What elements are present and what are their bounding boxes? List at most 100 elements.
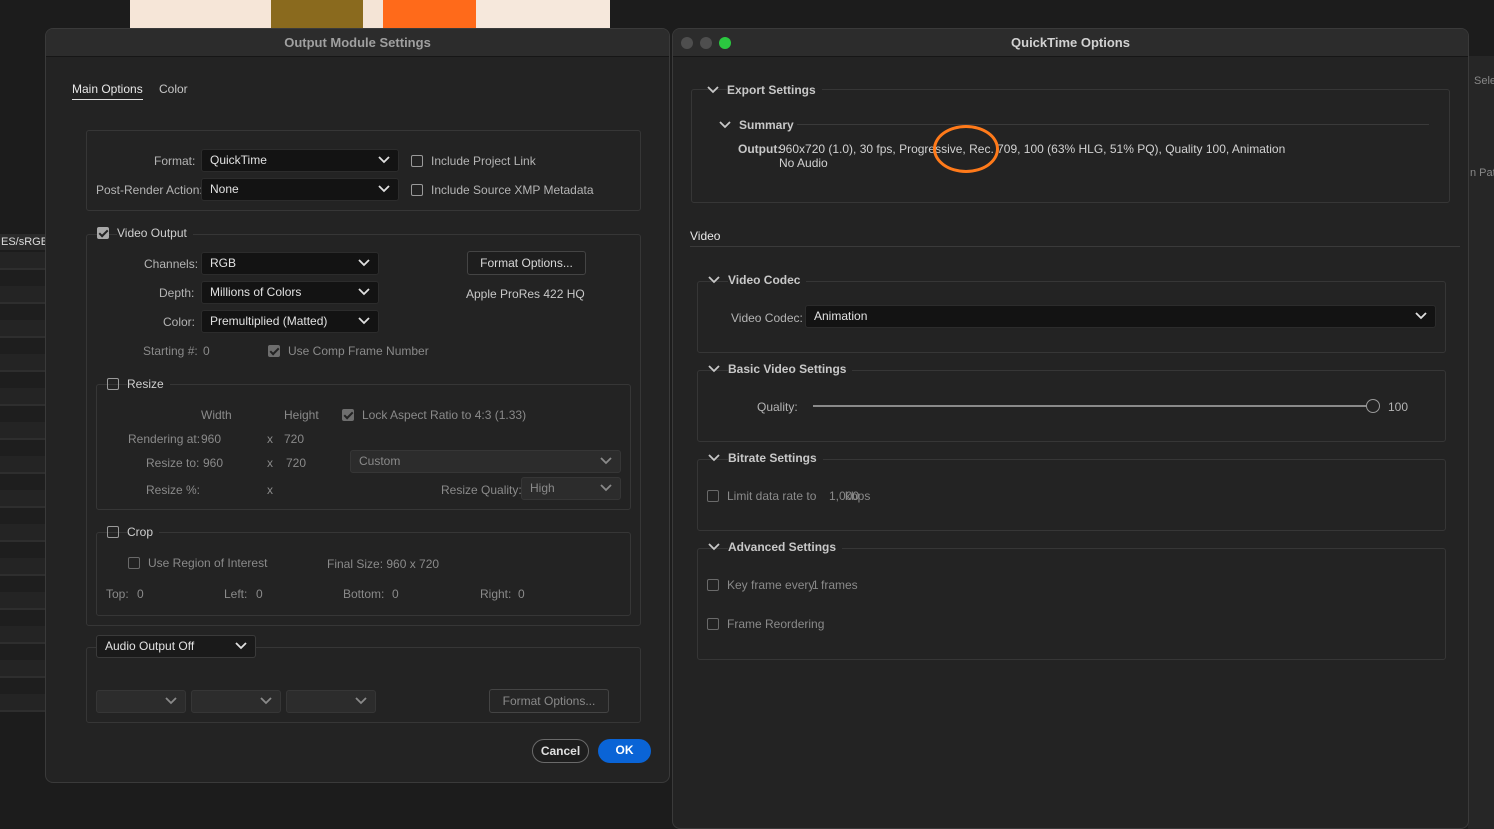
crop-top-field[interactable]: 0 — [137, 587, 144, 601]
crop-label: Crop — [127, 525, 160, 539]
video-codec-header[interactable]: Video Codec — [708, 273, 807, 287]
height-header: Height — [284, 408, 319, 422]
background-layer-rows — [0, 252, 46, 712]
crop-bottom-field[interactable]: 0 — [392, 587, 399, 601]
depth-dropdown-value: Millions of Colors — [210, 285, 302, 299]
crop-bottom-label: Bottom: — [343, 587, 385, 601]
resize-checkbox[interactable] — [107, 378, 119, 390]
audio-channels-dropdown[interactable] — [286, 690, 376, 713]
resize-preset-dropdown[interactable]: Custom — [350, 450, 621, 473]
include-xmp-label: Include Source XMP Metadata — [431, 183, 594, 197]
depth-dropdown[interactable]: Millions of Colors — [201, 281, 379, 304]
audio-bit-depth-dropdown[interactable] — [191, 690, 281, 713]
chevron-down-icon — [260, 697, 272, 705]
post-render-dropdown-value: None — [210, 182, 239, 196]
chevron-down-icon — [378, 185, 390, 193]
color-label: Color: — [163, 315, 196, 329]
crop-left-field[interactable]: 0 — [256, 587, 263, 601]
preview-swatch-orange — [383, 0, 476, 28]
preview-swatch-olive — [271, 0, 363, 28]
lock-aspect-checkbox[interactable] — [342, 409, 354, 421]
output-module-settings-window: Output Module Settings Main Options Colo… — [45, 28, 670, 783]
lock-aspect-label: Lock Aspect Ratio to 4:3 (1.33) — [362, 408, 527, 422]
use-roi-checkbox[interactable] — [128, 557, 140, 569]
crop-panel — [96, 532, 631, 616]
rendering-at-label: Rendering at: — [128, 432, 201, 446]
export-settings-header[interactable]: Export Settings — [707, 83, 822, 97]
advanced-settings-header[interactable]: Advanced Settings — [708, 540, 843, 554]
chevron-down-icon — [600, 457, 612, 465]
crop-left-label: Left: — [224, 587, 248, 601]
video-output-label: Video Output — [117, 226, 193, 240]
starting-number-label: Starting #: — [143, 344, 198, 358]
summary-title: Summary — [739, 118, 794, 132]
depth-label: Depth: — [159, 286, 195, 300]
codec-info: Apple ProRes 422 HQ — [466, 287, 585, 301]
background-right-label-2: n Pat — [1470, 167, 1494, 179]
cancel-button[interactable]: Cancel — [532, 739, 589, 763]
tab-main-options[interactable]: Main Options — [72, 82, 143, 100]
quality-label: Quality: — [757, 400, 798, 414]
chevron-down-icon — [355, 697, 367, 705]
frame-reordering-checkbox[interactable] — [707, 618, 719, 630]
close-window-button[interactable] — [681, 37, 693, 49]
resize-label: Resize — [127, 377, 170, 391]
summary-audio-text: No Audio — [779, 156, 828, 170]
starting-number-value[interactable]: 0 — [203, 344, 210, 358]
crop-checkbox[interactable] — [107, 526, 119, 538]
quality-slider-thumb[interactable] — [1366, 399, 1380, 413]
color-dropdown[interactable]: Premultiplied (Matted) — [201, 310, 379, 333]
rendering-width: 960 — [201, 432, 222, 446]
key-frame-checkbox[interactable] — [707, 579, 719, 591]
chevron-down-icon — [708, 454, 720, 462]
video-output-checkbox[interactable] — [97, 227, 109, 239]
basic-video-header[interactable]: Basic Video Settings — [708, 362, 853, 376]
chevron-down-icon — [600, 484, 612, 492]
key-frame-value[interactable]: 1 — [812, 578, 819, 592]
quicktime-options-window: QuickTime Options Export Settings Summar… — [672, 28, 1469, 829]
chevron-down-icon — [719, 121, 731, 129]
chevron-down-icon — [707, 86, 719, 94]
resize-preset-value: Custom — [359, 454, 401, 468]
crop-right-label: Right: — [480, 587, 512, 601]
resize-height-field[interactable]: 720 — [286, 456, 306, 470]
video-format-options-button[interactable]: Format Options... — [467, 251, 586, 275]
preview-swatch-cream — [363, 0, 383, 28]
limit-data-rate-checkbox[interactable] — [707, 490, 719, 502]
resize-percent-x-separator: x — [267, 483, 273, 497]
resize-quality-dropdown[interactable]: High — [521, 477, 621, 500]
chevron-down-icon — [708, 543, 720, 551]
video-codec-dropdown[interactable]: Animation — [805, 305, 1436, 328]
key-frame-label: Key frame every — [727, 578, 815, 592]
resize-width-field[interactable]: 960 — [203, 456, 223, 470]
crop-right-field[interactable]: 0 — [518, 587, 525, 601]
format-dropdown[interactable]: QuickTime — [201, 149, 399, 172]
limit-data-rate-label: Limit data rate to — [727, 489, 817, 503]
video-codec-label: Video Codec: — [731, 311, 803, 325]
quality-value[interactable]: 100 — [1388, 400, 1408, 414]
resize-percent-label: Resize %: — [146, 483, 201, 497]
channels-label: Channels: — [144, 257, 199, 271]
color-dropdown-value: Premultiplied (Matted) — [210, 314, 328, 328]
chevron-down-icon — [358, 288, 370, 296]
chevron-down-icon — [165, 697, 177, 705]
zoom-window-button[interactable] — [719, 37, 731, 49]
summary-header[interactable]: Summary — [719, 118, 794, 132]
tab-color[interactable]: Color — [159, 82, 188, 96]
post-render-dropdown[interactable]: None — [201, 178, 399, 201]
channels-dropdown[interactable]: RGB — [201, 252, 379, 275]
resize-x-separator: x — [267, 456, 273, 470]
audio-format-options-button[interactable]: Format Options... — [489, 689, 609, 713]
use-comp-frame-checkbox[interactable] — [268, 345, 280, 357]
include-xmp-checkbox[interactable] — [411, 184, 423, 196]
highlight-ring-annotation — [933, 125, 999, 173]
bitrate-settings-header[interactable]: Bitrate Settings — [708, 451, 823, 465]
minimize-window-button[interactable] — [700, 37, 712, 49]
quality-slider-track[interactable] — [813, 399, 1380, 413]
format-dropdown-value: QuickTime — [210, 153, 267, 167]
ok-button[interactable]: OK — [598, 739, 651, 763]
include-project-link-checkbox[interactable] — [411, 155, 423, 167]
tab-video[interactable]: Video — [690, 229, 721, 247]
audio-sample-rate-dropdown[interactable] — [96, 690, 186, 713]
audio-output-dropdown[interactable]: Audio Output Off — [96, 635, 256, 658]
